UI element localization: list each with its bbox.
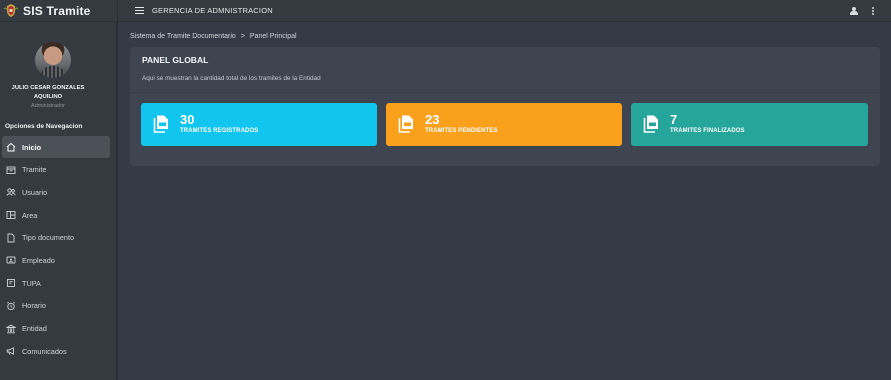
users-icon: [5, 187, 16, 197]
megaphone-icon: [5, 346, 16, 356]
sidebar-item-comunicados[interactable]: Comunicados: [2, 340, 110, 362]
area-icon: [5, 210, 16, 220]
card-tramites-finalizados[interactable]: 7 TRAMITES FINALIZADOS: [631, 103, 868, 146]
menu-toggle-icon[interactable]: [135, 6, 144, 15]
breadcrumb-parent[interactable]: Sistema de Tramite Documentario: [130, 33, 236, 40]
more-options-icon[interactable]: [872, 6, 874, 15]
card-label: TRAMITES PENDIENTES: [425, 128, 498, 134]
sidebar-item-horario[interactable]: Horario: [2, 295, 110, 317]
inbox-icon: [5, 165, 16, 175]
sidebar-item-usuario[interactable]: Usuario: [2, 181, 110, 203]
sidebar-item-label: Usuario: [22, 187, 48, 197]
page-header-title: GERENCIA DE ADMNISTRACION: [152, 6, 273, 15]
sidebar-item-tipo-documento[interactable]: Tipo documento: [2, 227, 110, 249]
sidebar-item-label: Area: [22, 210, 38, 220]
card-tramites-pendientes[interactable]: 23 TRAMITES PENDIENTES: [386, 103, 622, 146]
sidebar-item-empleado[interactable]: Empleado: [2, 249, 110, 271]
nav-heading: Opciones de Navegacion: [5, 123, 83, 130]
document-stack-icon: [643, 115, 658, 133]
document-icon: [5, 233, 16, 243]
bank-icon: [5, 324, 16, 334]
breadcrumb-current: Panel Principal: [249, 33, 297, 40]
user-name: JULIO CESAR GONZALES AQUILINO: [11, 85, 85, 100]
card-count: 7: [670, 112, 678, 127]
sidebar: JULIO CESAR GONZALES AQUILINO Administra…: [0, 22, 118, 380]
card-label: TRAMITES FINALIZADOS: [670, 128, 745, 134]
sidebar-item-label: Tipo documento: [22, 233, 75, 243]
card-label: TRAMITES REGISTRADOS: [180, 128, 259, 134]
sidebar-item-label: Empleado: [22, 255, 55, 265]
top-navbar: SIS Tramite GERENCIA DE ADMNISTRACION: [0, 0, 891, 22]
sidebar-nav: Inicio Tramite Usuario Area Tipo documen…: [0, 136, 116, 363]
sidebar-item-area[interactable]: Area: [2, 204, 110, 226]
panel-title: PANEL GLOBAL: [142, 55, 209, 65]
panel-global: PANEL GLOBAL Aqui se muestran la cantida…: [130, 47, 880, 166]
alarm-clock-icon: [5, 301, 16, 311]
card-tramites-registrados[interactable]: 30 TRAMITES REGISTRADOS: [141, 103, 377, 146]
sidebar-item-label: TUPA: [22, 278, 41, 288]
breadcrumb: Sistema de Tramite Documentario > Panel …: [130, 33, 297, 40]
sidebar-item-label: Comunicados: [22, 346, 67, 356]
panel-subtitle: Aqui se muestran la cantidad total de lo…: [142, 75, 321, 82]
id-card-icon: [5, 255, 16, 265]
sidebar-item-inicio[interactable]: Inicio: [2, 136, 110, 158]
brand[interactable]: SIS Tramite: [0, 0, 118, 22]
card-count: 23: [425, 112, 440, 127]
panel-divider: [130, 92, 880, 93]
tupa-icon: [5, 278, 16, 288]
home-icon: [5, 142, 16, 152]
sidebar-item-tupa[interactable]: TUPA: [2, 272, 110, 294]
sidebar-item-label: Entidad: [22, 324, 47, 333]
sidebar-item-label: Tramite: [22, 165, 47, 175]
user-icon[interactable]: [850, 6, 858, 15]
document-stack-icon: [153, 115, 168, 133]
brand-name: SIS Tramite: [23, 3, 91, 18]
card-count: 30: [180, 112, 195, 127]
document-stack-icon: [398, 115, 413, 133]
breadcrumb-separator: >: [240, 33, 245, 40]
user-role: Administrador: [31, 103, 65, 109]
sidebar-item-label: Horario: [22, 301, 46, 311]
sidebar-item-entidad[interactable]: Entidad: [2, 318, 110, 340]
sidebar-item-label: Inicio: [22, 142, 42, 152]
avatar: [35, 42, 71, 78]
sidebar-item-tramite[interactable]: Tramite: [2, 159, 110, 181]
coat-of-arms-logo: [3, 3, 19, 17]
